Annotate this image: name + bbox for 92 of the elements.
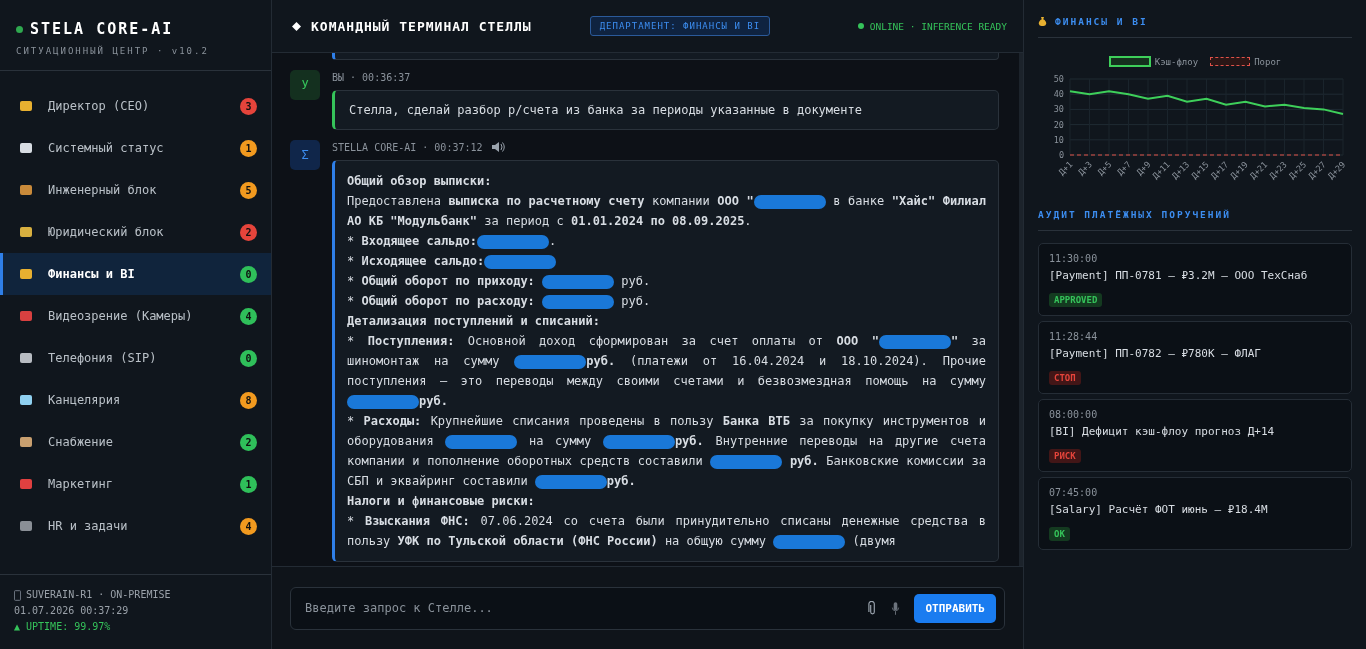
speaker-icon[interactable]: [490, 141, 505, 153]
section-icon: [18, 182, 34, 198]
audit-time: 07:45:00: [1049, 487, 1099, 498]
sidebar-item[interactable]: Видеозрение (Камеры) 4: [0, 295, 271, 337]
legend-label: Кэш-флоу: [1154, 56, 1199, 67]
audit-text: [Payment] ПП-0782 — ₽780K — ФЛАГ: [1049, 347, 1262, 360]
message-text: Стелла, сделай разбор р/счета из банка за периоды указанные в документе: [349, 103, 862, 117]
avatar: У: [290, 70, 320, 100]
y-tick-label: 20: [1053, 119, 1064, 130]
count-badge: 4: [240, 307, 257, 325]
y-tick-label: 50: [1053, 74, 1064, 84]
section-icon: [18, 224, 34, 240]
audit-text: [BI] Дефицит кэш-флоу прогноз Д+14: [1049, 425, 1276, 438]
message-paragraph: Общий обзор выписки:: [347, 173, 493, 190]
section-icon: [18, 308, 34, 324]
section-title: АУДИТ ПЛАТЁЖНЫХ ПОРУЧЕНИЙ: [1038, 209, 1352, 231]
audit-time: 11:30:00: [1049, 253, 1099, 264]
section-icon: [18, 392, 34, 408]
message-paragraph: *Общий оборот по приходу: руб.: [347, 273, 652, 291]
count-badge: 3: [240, 97, 257, 115]
sidebar-item[interactable]: Юридический блок 2: [0, 211, 271, 253]
section-icon: [18, 98, 34, 114]
status-label: ONLINE · INFERENCE READY: [869, 20, 1007, 32]
brand-title: STELA CORE-AI: [30, 20, 174, 38]
count-badge: 0: [240, 265, 257, 283]
message-paragraph: *Общий оборот по расходу: руб.: [347, 293, 652, 311]
sidebar-item[interactable]: Инженерный блок 5: [0, 169, 271, 211]
audit-time: 11:28:44: [1049, 331, 1099, 342]
sidebar-item[interactable]: Телефония (SIP) 0: [0, 337, 271, 379]
count-badge: 1: [240, 139, 257, 157]
count-badge: 8: [240, 391, 257, 409]
query-input[interactable]: Введите запрос к Стелле... ОТПРАВИТЬ: [290, 586, 1005, 630]
status-tag: APPROVED: [1049, 293, 1103, 307]
terminal-title: КОМАНДНЫЙ ТЕРМИНАЛ СТЕЛЛЫ: [311, 18, 532, 34]
legend-swatch-icon: [1210, 57, 1251, 66]
message-meta: STELLA CORE-AI · 00:37:12: [332, 141, 483, 153]
money-bag-icon: [1038, 16, 1047, 27]
audit-time: 08:00:00: [1049, 409, 1099, 420]
panel-title: ФИНАНСЫ И BI: [1055, 16, 1148, 27]
y-tick-label: 40: [1053, 89, 1064, 100]
sidebar-item[interactable]: Маркетинг 1: [0, 463, 271, 505]
count-badge: 2: [240, 223, 257, 241]
count-badge: 0: [240, 349, 257, 367]
legend-label: Порог: [1254, 56, 1282, 67]
count-badge: 5: [240, 181, 257, 199]
status-tag: СТОП: [1049, 371, 1081, 385]
audit-text: [Payment] ПП-0781 — ₽3.2M — ООО ТехСнаб: [1049, 269, 1309, 282]
line-series: [1069, 90, 1344, 115]
count-badge: 4: [240, 517, 257, 535]
brand-subtitle: СИТУАЦИОННЫЙ ЦЕНТР · v10.2: [16, 46, 210, 56]
section-icon: [18, 140, 34, 156]
paperclip-icon[interactable]: [868, 600, 878, 616]
status-tag: OK: [1049, 527, 1070, 541]
y-tick-label: 30: [1053, 104, 1064, 115]
status-dot-icon: [16, 25, 23, 33]
message-paragraph: *Расходы: Крупнейшие списания проведены в пользу Банка ВТБ за покупку инструментов и оборудования на сумму руб. Внутренние переводы на другие счета компании и пополнение оборотных средств составили руб. Банковские комиссии за СБП и эквайринг составили руб.: [347, 413, 986, 491]
message-paragraph: Налоги и финансовые риски:: [347, 493, 536, 510]
message-paragraph: *Взыскания ФНС: 07.06.2024 со счета были принудительно списаны денежные средства в пользу УФК по Тульской области (ФНС России) на общую сумму (двумя: [347, 513, 986, 551]
audit-text: [Salary] Расчёт ФОТ июнь — ₽18.4M: [1049, 503, 1269, 516]
section-icon: [18, 434, 34, 450]
message-paragraph: *Исходящее сальдо:: [347, 251, 986, 271]
count-badge: 2: [240, 433, 257, 451]
microphone-icon[interactable]: [891, 600, 901, 616]
section-icon: [18, 518, 34, 534]
section-icon: [18, 350, 34, 366]
legend-swatch-icon: [1108, 56, 1151, 67]
message-paragraph: Детализация поступлений и списаний:: [347, 313, 601, 330]
status-tag: РИСК: [1049, 449, 1081, 463]
y-tick-label: 0: [1058, 150, 1064, 160]
message-meta: ВЫ · 00:36:37: [332, 71, 411, 83]
datetime-label: 01.07.2026 00:37:29: [14, 604, 130, 618]
server-icon: [14, 589, 21, 601]
status-dot-icon: [857, 23, 864, 29]
send-button[interactable]: ОТПРАВИТЬ: [914, 593, 996, 623]
message-paragraph: Предоставлена выписка по расчетному счету компании ООО " в банке "Хайс" Филиал АО КБ "Модульбанк" за период с 01.01.2024 по 08.09.2025.: [347, 193, 986, 230]
avatar: Σ: [290, 140, 320, 170]
sidebar-item[interactable]: Системный статус 1: [0, 127, 271, 169]
message-paragraph: *Поступления: Основной доход сформирован за счет оплаты от ООО " " за шиномонтаж на сумму руб. (платежи от 16.04.2024 и 18.10.2024). Прочие поступления — это переводы между своими счетами и безвозмездная помощь на сумму руб.: [347, 333, 986, 411]
sidebar-item[interactable]: HR и задачи 4: [0, 505, 271, 547]
y-tick-label: 10: [1053, 134, 1064, 145]
section-icon: [18, 476, 34, 492]
sidebar-item[interactable]: Канцелярия 8: [0, 379, 271, 421]
uptime-label: ▲ UPTIME: 99.97%: [14, 620, 112, 634]
section-icon: [18, 266, 34, 282]
node-label: SUVERAIN-R1 · ON-PREMISE: [26, 588, 171, 602]
sidebar-item[interactable]: Директор (CEO) 3: [0, 85, 271, 127]
sidebar-item[interactable]: Финансы и BI 0: [0, 253, 271, 295]
count-badge: 1: [240, 475, 257, 493]
message-paragraph: *Входящее сальдо: .: [347, 233, 558, 251]
department-badge: ДЕПАРТАМЕНТ: ФИНАНСЫ И BI: [589, 16, 771, 36]
diamond-icon: [292, 21, 301, 31]
sidebar-item[interactable]: Снабжение 2: [0, 421, 271, 463]
